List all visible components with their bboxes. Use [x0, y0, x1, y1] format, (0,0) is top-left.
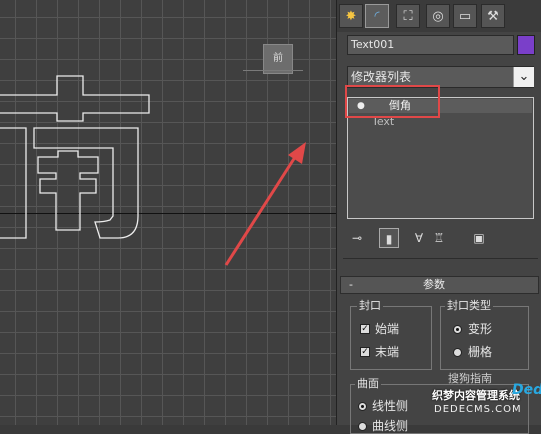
divider [343, 258, 538, 259]
modify-tab-icon[interactable]: ◜ [365, 4, 389, 28]
modifier-list-label: 修改器列表 [351, 70, 412, 84]
cap-type-group: 封口类型 变形 栅格 [440, 299, 529, 370]
modifier-stack[interactable]: ● 倒角 Text [345, 85, 534, 219]
remove-modifier-icon[interactable]: ♖ [429, 228, 449, 248]
surface-linear-label: 线性侧 [372, 399, 409, 413]
cap-end-checkbox[interactable]: ✓ [360, 347, 370, 357]
configure-sets-icon[interactable]: ▣ [469, 228, 489, 248]
hierarchy-tab-icon[interactable]: ⛶ [396, 4, 420, 28]
watermark-logo: Dede [512, 382, 541, 398]
object-color-swatch[interactable] [517, 35, 535, 55]
chevron-down-icon[interactable]: ⌄ [513, 67, 534, 87]
object-name-field[interactable]: Text001 [347, 35, 514, 55]
cap-type-morph-radio[interactable] [453, 325, 462, 334]
watermark-top-text: 搜狗指南 [448, 372, 492, 385]
cap-start-label: 始端 [375, 322, 400, 336]
cap-type-grid-radio[interactable] [453, 348, 462, 357]
cap-group: 封口 ✓ 始端 ✓ 末端 [350, 299, 432, 370]
cap-type-grid-label: 栅格 [468, 345, 493, 359]
surface-curved-radio[interactable] [358, 422, 367, 431]
display-tab-icon[interactable]: ▭ [453, 4, 477, 28]
cap-start-checkbox[interactable]: ✓ [360, 324, 370, 334]
create-tab-icon[interactable]: ✸ [339, 4, 363, 28]
collapse-icon[interactable]: - [349, 277, 353, 293]
command-panel: ✸ ◜ ⛶ ◎ ▭ ⚒ Text001 修改器列表 ⌄ ● 倒角 Text ⊸ … [336, 0, 541, 434]
cap-type-morph-label: 变形 [468, 322, 493, 336]
watermark-url-text: DEDECMS.COM [434, 404, 522, 415]
group-title: 封口类型 [445, 299, 493, 313]
make-unique-icon[interactable]: ∀ [409, 228, 429, 248]
rollout-header[interactable]: - 参数 [340, 276, 539, 294]
watermark: 搜狗指南 织梦内容管理系统 DEDECMS.COM Dede [432, 370, 541, 425]
watermark-main-text: 织梦内容管理系统 [432, 389, 520, 402]
viewport-perspective[interactable]: 前 [0, 0, 336, 425]
surface-linear-radio[interactable] [358, 402, 367, 411]
show-end-result-icon[interactable]: ▮ [379, 228, 399, 248]
viewcube-compass [243, 70, 303, 75]
cap-end-label: 末端 [375, 345, 400, 359]
utilities-tab-icon[interactable]: ⚒ [481, 4, 505, 28]
command-panel-tabs: ✸ ◜ ⛶ ◎ ▭ ⚒ [337, 0, 541, 32]
highlight-box-annotation [345, 85, 440, 118]
motion-tab-icon[interactable]: ◎ [426, 4, 450, 28]
pin-stack-icon[interactable]: ⊸ [347, 228, 367, 248]
group-title: 封口 [357, 299, 383, 313]
rollout-title: 参数 [423, 278, 445, 291]
viewcube-face-label: 前 [273, 53, 283, 64]
stack-toolbar: ⊸ ▮ ∀ ♖ ▣ [347, 228, 534, 248]
group-title: 曲面 [355, 377, 381, 391]
surface-curved-label: 曲线侧 [372, 419, 409, 433]
